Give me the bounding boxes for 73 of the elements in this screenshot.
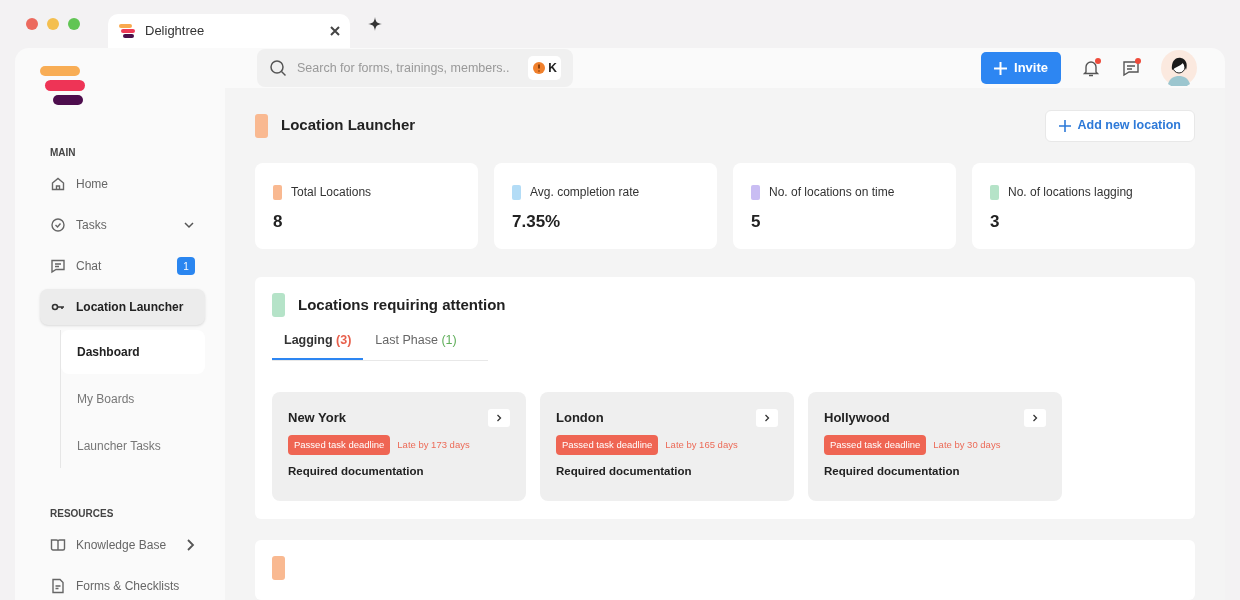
section-heading: RESOURCES [49,507,115,521]
close-icon[interactable] [330,26,340,36]
title-accent [272,556,285,580]
page-title: Location Launcher [281,115,416,136]
chevron-right-icon[interactable] [185,538,195,552]
book-icon [50,537,66,553]
logo-icon[interactable] [40,65,86,106]
sidebar-item[interactable]: Tasks [40,207,205,243]
submenu-item[interactable]: Dashboard [61,330,205,374]
check-circle-icon [50,217,66,233]
sidebar-item[interactable]: Location Launcher [40,289,205,325]
chevron-right-icon [496,413,502,422]
late-text: Late by 165 days [665,438,738,453]
requirement-text: Required documentation [288,464,425,480]
shortcut-key: K [528,56,561,80]
open-button[interactable] [488,408,510,427]
invite-button[interactable]: Invite [981,52,1061,84]
messages-icon[interactable] [1121,58,1141,78]
status-badge: Passed task deadline [824,435,927,456]
sidebar-item[interactable]: Forms & Checklists [40,568,205,600]
sparkle-icon[interactable] [368,17,382,31]
open-button[interactable] [1024,408,1046,427]
late-text: Late by 30 days [933,438,1001,453]
plus-icon [994,61,1008,75]
browser-tab[interactable]: Delightree [108,14,350,48]
stat-value: 7.35% [512,211,562,233]
stat-value: 3 [990,211,1001,233]
requirement-text: Required documentation [556,464,693,480]
sidebar-item[interactable]: Chat 1 [40,248,205,284]
chevron-right-icon [1032,413,1038,422]
open-button[interactable] [756,408,778,427]
add-location-button[interactable]: Add new location [1044,109,1195,142]
late-text: Late by 173 days [397,438,470,453]
location-name: London [556,408,604,427]
close-window-button[interactable] [26,18,38,30]
section-title: Locations requiring attention [298,294,506,315]
tab[interactable]: Lagging (3) [272,331,364,360]
plus-icon [1058,119,1071,132]
chevron-icon[interactable] [183,219,195,231]
search-bar[interactable]: Search for forms, trainings, members.. K [257,49,573,87]
document-icon [50,578,66,594]
submenu-item[interactable]: My Boards [61,377,205,421]
status-badge: Passed task deadline [288,435,391,456]
sidebar-item[interactable]: Home [40,166,205,202]
sidebar-item[interactable]: Knowledge Base [40,527,205,563]
status-badge: Passed task deadline [556,435,659,456]
logo-icon [118,23,136,39]
title-accent [272,293,285,317]
location-card[interactable]: London Passed task deadline Late by 165 days Required documentation [540,391,794,501]
stat-label: Total Locations [291,184,372,201]
notification-bell-icon[interactable] [1081,58,1101,78]
stat-label: No. of locations lagging [1008,184,1133,201]
avatar-icon[interactable] [1161,50,1197,86]
location-card[interactable]: Hollywood Passed task deadline Late by 30 days Required documentation [808,391,1062,501]
stat-value: 5 [751,211,762,233]
chat-icon [50,258,66,274]
title-accent [255,113,268,138]
submenu-item[interactable]: Launcher Tasks [61,424,205,468]
stat-value: 8 [273,211,284,233]
location-name: New York [288,408,347,427]
home-icon [50,176,66,192]
location-name: Hollywood [824,408,890,427]
tab-title: Delightree [145,22,205,41]
requirement-text: Required documentation [824,464,961,480]
chevron-right-icon [764,413,770,422]
search-icon [269,59,287,77]
stat-label: No. of locations on time [769,184,895,201]
stat-label: Avg. completion rate [530,184,640,201]
location-card[interactable]: New York Passed task deadline Late by 173 days Required documentation [272,391,526,501]
tab[interactable]: Last Phase (1) [363,331,469,360]
section-heading: MAIN [49,146,77,160]
count-badge: 1 [177,257,195,275]
search-field[interactable]: Search for forms, trainings, members.. [297,58,519,78]
